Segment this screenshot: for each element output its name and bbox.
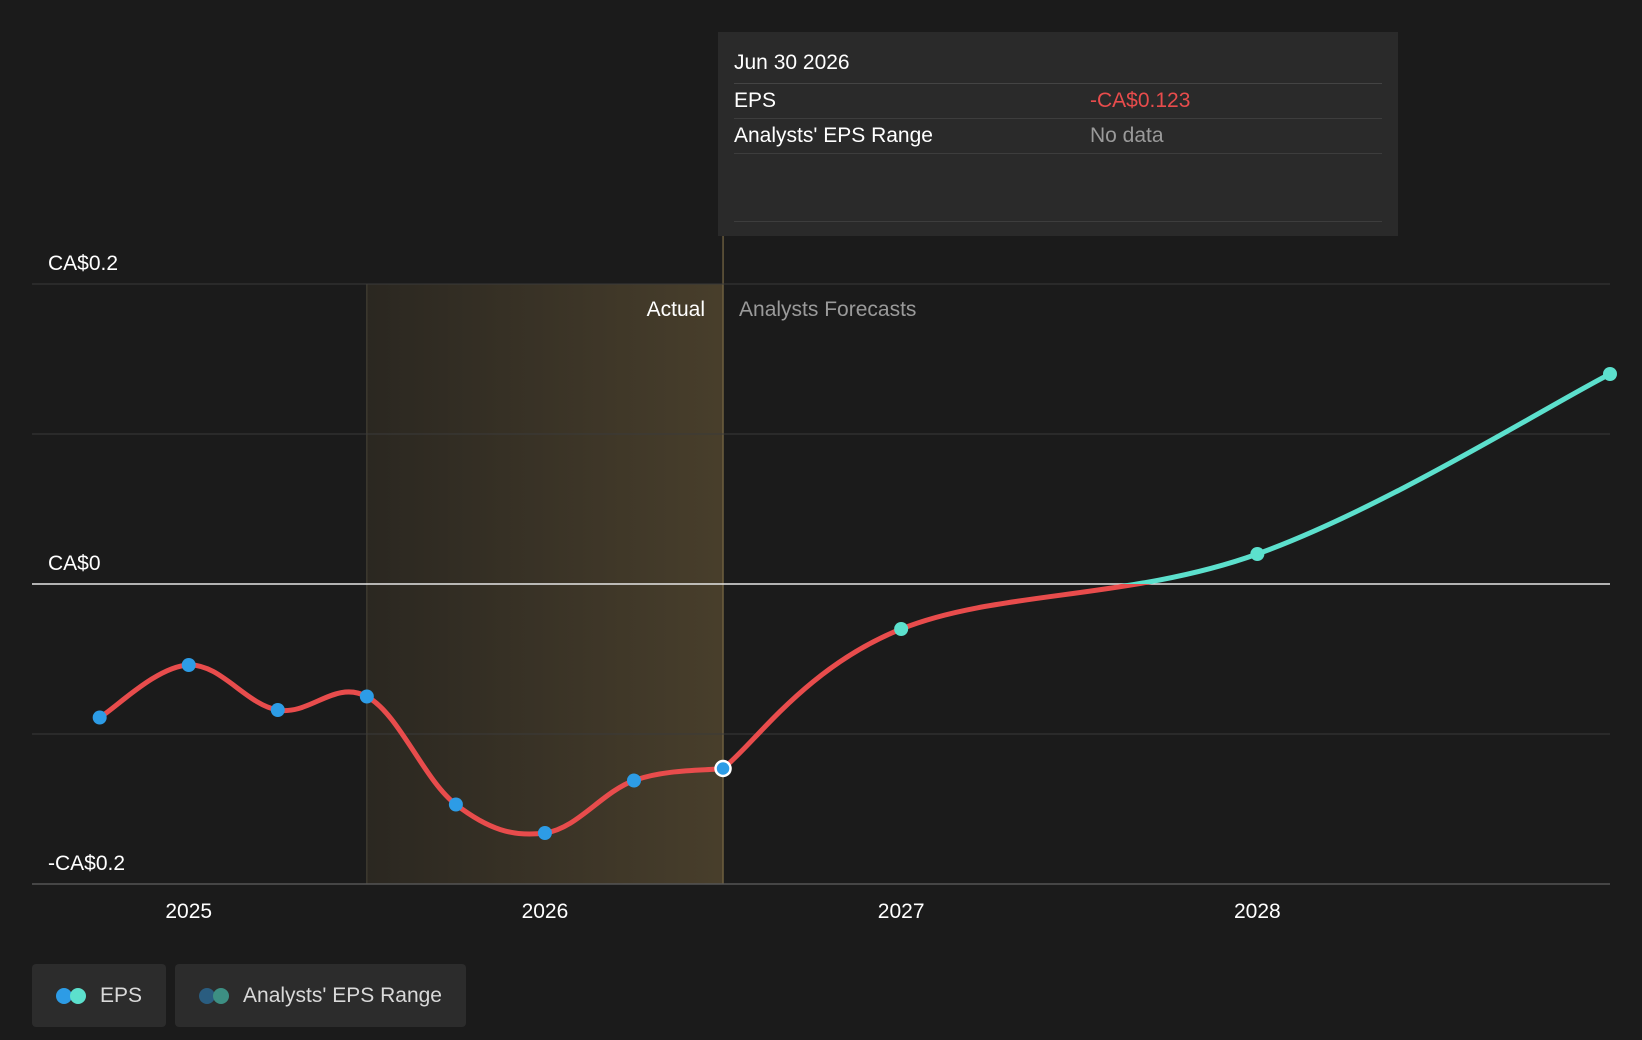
- eps-forecast-line-negative: [720, 584, 1152, 771]
- eps-forecast-point: [1250, 547, 1265, 561]
- forecast-region-label: Analysts Forecasts: [739, 298, 916, 321]
- y-tick-label: CA$0: [48, 552, 101, 575]
- tooltip-eps-value: -CA$0.123: [1090, 89, 1191, 112]
- actual-region-label: Actual: [647, 298, 705, 321]
- eps-actual-point: [537, 826, 552, 840]
- x-tick-label: 2027: [878, 900, 925, 923]
- eps-actual-point: [626, 773, 641, 788]
- eps-forecast-point: [894, 622, 909, 636]
- eps-forecast-point: [1603, 367, 1617, 381]
- x-tick-label: 2025: [165, 900, 212, 923]
- legend-item-eps-range[interactable]: Analysts' EPS Range: [175, 964, 466, 1027]
- tooltip-row-range: Analysts' EPS Range No data: [734, 119, 1382, 154]
- data-tooltip: Jun 30 2026 EPS -CA$0.123 Analysts' EPS …: [718, 32, 1398, 236]
- highlighted-point: [714, 759, 732, 778]
- tooltip-eps-label: EPS: [734, 89, 777, 112]
- legend-dot-range-forecast: [213, 987, 230, 1004]
- tooltip-range-value: No data: [1090, 124, 1164, 147]
- eps-chart: CA$0.2 CA$0 -CA$0.2 2025 2026 2027 2028 Actual A…: [0, 0, 1642, 1040]
- eps-legend-icon: [56, 987, 86, 1004]
- legend-label-eps: EPS: [100, 983, 143, 1007]
- eps-range-legend-icon: [199, 987, 230, 1004]
- legend-label-eps-range: Analysts' EPS Range: [243, 983, 442, 1007]
- tooltip-range-label: Analysts' EPS Range: [734, 124, 933, 147]
- tooltip-date: Jun 30 2026: [734, 32, 1382, 84]
- eps-actual-point: [270, 703, 285, 717]
- tooltip-spacer: [734, 154, 1382, 222]
- eps-forecast-line-positive: [1121, 371, 1613, 584]
- x-tick-label: 2028: [1234, 900, 1281, 923]
- x-tick-label: 2026: [522, 900, 569, 923]
- eps-actual-point: [181, 658, 196, 672]
- y-tick-label: -CA$0.2: [48, 852, 125, 875]
- legend-dot-forecast: [70, 987, 86, 1004]
- y-tick-label: CA$0.2: [48, 252, 118, 275]
- eps-actual-point: [359, 689, 374, 704]
- eps-actual-point: [448, 797, 463, 812]
- eps-actual-point: [92, 710, 107, 725]
- legend-item-eps[interactable]: EPS: [32, 964, 167, 1027]
- chart-legend: EPS Analysts' EPS Range: [32, 964, 466, 1027]
- tooltip-row-eps: EPS -CA$0.123: [734, 84, 1382, 119]
